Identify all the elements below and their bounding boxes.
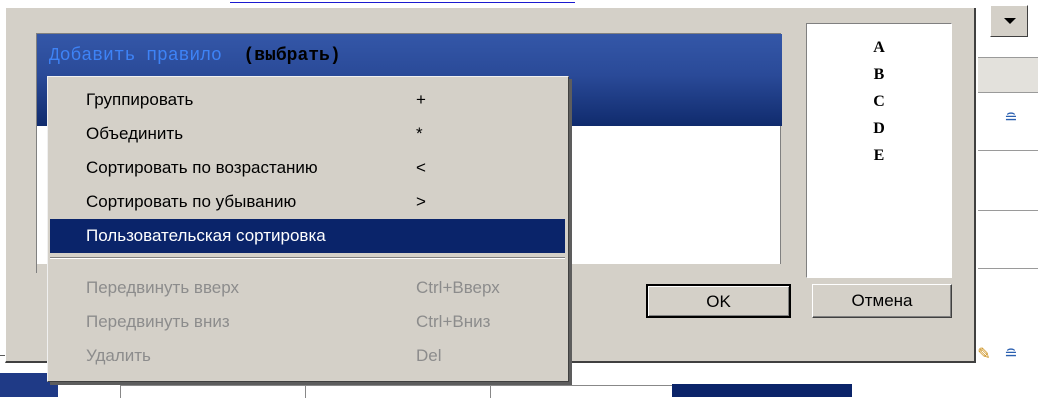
menu-item-shortcut: Del — [416, 346, 442, 365]
preview-letter: C — [873, 93, 885, 110]
menu-item-shortcut: Ctrl+Вниз — [416, 312, 491, 331]
menu-item-shortcut: + — [416, 90, 426, 109]
sort-icon[interactable]: ≘ — [1002, 346, 1020, 364]
menu-item-delete: Удалить Del — [50, 339, 565, 373]
ok-button[interactable]: OK — [646, 284, 791, 318]
menu-item-group[interactable]: Группировать + — [50, 83, 565, 117]
preview-letter: D — [873, 120, 885, 137]
menu-separator — [50, 257, 565, 259]
menu-item-label: Передвинуть вниз — [86, 312, 230, 331]
menu-item-label: Сортировать по возрастанию — [86, 158, 318, 177]
menu-item-shortcut: < — [416, 158, 426, 177]
menu-item-shortcut: * — [416, 124, 423, 143]
menu-item-sort-ascending[interactable]: Сортировать по возрастанию < — [50, 151, 565, 185]
pencil-icon[interactable]: ✎ — [975, 346, 993, 364]
background-link[interactable] — [230, 0, 575, 3]
menu-item-label: Объединить — [86, 124, 184, 143]
menu-item-shortcut: > — [416, 192, 426, 211]
menu-item-merge[interactable]: Объединить * — [50, 117, 565, 151]
chevron-down-icon — [1004, 18, 1016, 24]
menu-item-label: Передвинуть вверх — [86, 278, 239, 297]
sort-preview-panel: A B C D E — [806, 23, 952, 278]
menu-item-shortcut: Ctrl+Вверх — [416, 278, 500, 297]
preview-letter: A — [873, 39, 885, 56]
menu-item-label: Удалить — [86, 346, 151, 365]
menu-item-label: Сортировать по убыванию — [86, 192, 297, 211]
background-right-grid — [978, 0, 1038, 397]
preview-letter: B — [873, 66, 885, 83]
menu-item-label: Группировать — [86, 90, 194, 109]
menu-item-move-down: Передвинуть вниз Ctrl+Вниз — [50, 305, 565, 339]
menu-item-move-up: Передвинуть вверх Ctrl+Вверх — [50, 271, 565, 305]
background-dropdown-button[interactable] — [990, 5, 1028, 37]
cancel-button[interactable]: Отмена — [812, 284, 952, 318]
sort-icon[interactable]: ≘ — [1002, 110, 1020, 128]
rule-text[interactable]: Добавить правило — [49, 46, 222, 66]
menu-item-sort-descending[interactable]: Сортировать по убыванию > — [50, 185, 565, 219]
context-menu: Группировать + Объединить * Сортировать … — [47, 76, 569, 382]
background-page-top — [0, 0, 1038, 8]
menu-item-label: Пользовательская сортировка — [86, 226, 326, 245]
menu-item-custom-sort[interactable]: Пользовательская сортировка — [50, 219, 565, 253]
rule-action-link[interactable]: (выбрать) — [243, 46, 340, 66]
preview-letter: E — [873, 147, 885, 164]
